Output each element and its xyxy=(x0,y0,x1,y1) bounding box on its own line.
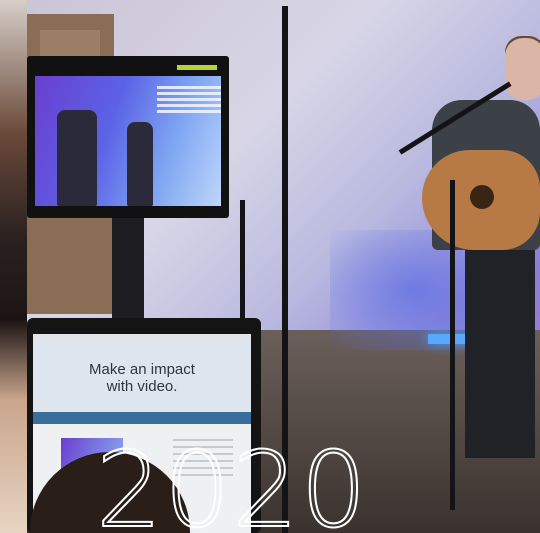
tablet-browser-bar xyxy=(33,334,251,344)
performer-legs xyxy=(465,248,535,458)
tablet-nav-band xyxy=(33,412,251,424)
monitor-guitarist xyxy=(57,110,97,206)
monitor-stand xyxy=(112,218,144,318)
left-photo-strip xyxy=(0,0,27,533)
tablet-headline-line2: with video. xyxy=(106,378,178,395)
monitor-screen xyxy=(35,76,221,206)
mic-stand-vertical xyxy=(450,180,455,510)
light-stand xyxy=(240,200,245,320)
performer-head xyxy=(505,38,540,100)
monitor-singer xyxy=(127,122,153,206)
tablet-headline-line1: Make an impact xyxy=(89,361,195,378)
monitor-lyrics xyxy=(157,83,221,127)
photo-scene: Make an impact with video. 2020 xyxy=(0,0,540,533)
guitar-soundhole xyxy=(470,185,494,209)
preview-monitor xyxy=(27,56,229,218)
monitor-status-light xyxy=(177,65,217,70)
year-overlay: 2020 xyxy=(95,429,369,533)
tablet-hero: Make an impact with video. xyxy=(33,344,251,412)
